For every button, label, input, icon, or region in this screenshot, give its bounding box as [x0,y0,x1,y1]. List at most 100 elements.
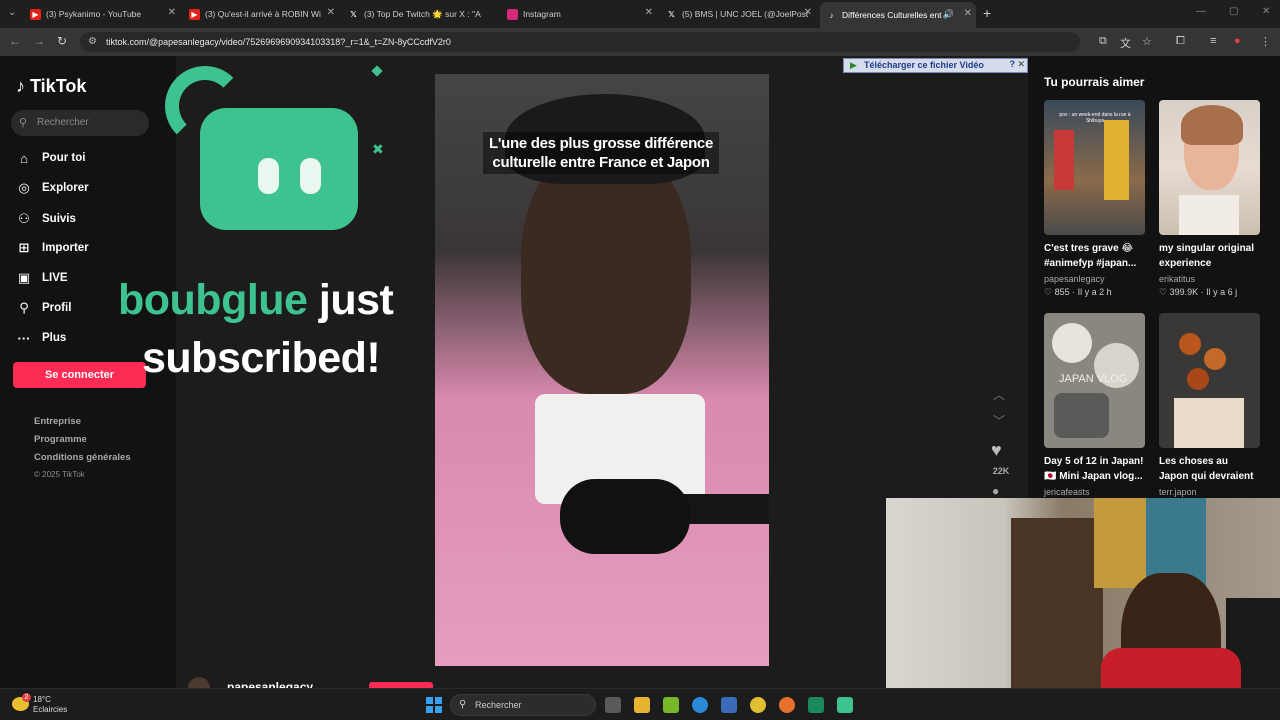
search-input[interactable]: ⚲ Rechercher [11,110,149,136]
footer-link-entreprise[interactable]: Entreprise [34,416,81,427]
nvidia-icon[interactable] [663,697,679,713]
cast-icon[interactable]: ⧉ [1099,35,1107,48]
nav-suivis[interactable]: ⚇ Suivis [16,209,76,229]
extensions-icon[interactable]: ⧠ [1176,35,1185,48]
browser-tab-4[interactable]: Instagram ✕ [507,4,657,24]
notification-badge: 2 [22,693,31,702]
back-icon[interactable]: ← [9,34,21,48]
url-input[interactable]: ⚙ tiktok.com/@papesanlegacy/video/752696… [80,32,1080,52]
like-count: 22K [992,466,1010,476]
forward-icon[interactable]: → [33,34,45,48]
close-icon[interactable]: ✕ [327,7,335,18]
download-video-bar[interactable]: ▶ Télécharger ce fichier Vidéo ? ✕ [843,58,1028,73]
reco-card-2[interactable]: my singular original experience erikatit… [1159,100,1260,298]
thumb-cup [1052,323,1092,363]
browser-tab-1[interactable]: ▶ (3) Psykanimo - YouTube ✕ [30,4,180,24]
nav-profil[interactable]: ⚲ Profil [16,298,71,318]
sub-alert-line1: boubglue just [118,276,394,324]
streamlabs-icon[interactable] [837,697,853,713]
minimize-icon[interactable]: — [1196,6,1206,17]
menu-kebab-icon[interactable]: ⋮ [1260,35,1271,48]
live-icon: ▣ [17,270,31,285]
close-icon[interactable]: ✕ [645,7,653,18]
reco-thumbnail[interactable] [1159,313,1260,448]
close-icon[interactable]: ✕ [1017,59,1025,70]
reco-thumbnail[interactable] [1159,100,1260,235]
heart-outline-icon: ♡ [1044,287,1053,297]
tiktok-icon: ♪ [829,10,834,20]
youtube-icon: ▶ [189,8,200,20]
reading-list-icon[interactable]: ≡ [1210,35,1216,47]
site-info-icon[interactable]: ⚙ [88,36,97,47]
windows-start-icon[interactable] [426,697,442,713]
play-icon: ▶ [850,60,857,70]
nav-plus[interactable]: ··· Plus [16,328,67,348]
chevron-up-icon[interactable]: ︿ [993,386,1005,403]
reco-author[interactable]: terr.japon [1159,487,1260,497]
help-icon[interactable]: ? [1010,59,1016,69]
reload-icon[interactable]: ↻ [57,34,67,48]
search-icon: ⚲ [459,699,467,710]
nav-pour-toi[interactable]: ⌂ Pour toi [16,148,85,168]
compass-icon: ◎ [18,180,30,195]
thumb-hair [1181,105,1243,145]
thumb-food [1054,393,1109,438]
browser-tab-2[interactable]: ▶ (3) Qu'est-il arrivé à ROBIN Wi ✕ [189,4,339,24]
reco-author[interactable]: erikatitus [1159,274,1260,284]
file-explorer-icon[interactable] [634,697,650,713]
reco-author[interactable]: jericafeasts [1044,487,1145,497]
video-microphone [560,479,690,554]
reco-stats: ♡ 399.9K · Il y a 6 j [1159,287,1238,297]
bookmark-star-icon[interactable]: ☆ [1142,35,1152,48]
thumb-dango [1204,348,1226,370]
video-player[interactable]: L'une des plus grosse différence culture… [435,74,769,666]
taskbar-search[interactable]: ⚲ Rechercher [450,694,596,716]
translate-icon[interactable]: 文 [1120,35,1131,51]
thumb-shirt [1179,195,1239,235]
tiktok-logo[interactable]: ♪ TikTok [16,76,86,97]
nav-explorer[interactable]: ◎ Explorer [16,178,88,198]
new-tab-icon[interactable]: + [983,5,991,21]
footer-link-programme[interactable]: Programme [34,434,87,445]
nav-importer[interactable]: ⊞ Importer [16,238,89,258]
login-button[interactable]: Se connecter [13,362,146,388]
x-icon: 𝕏 [668,9,675,19]
nav-live[interactable]: ▣ LIVE [16,268,68,288]
close-icon[interactable]: ✕ [964,8,972,19]
edge-icon[interactable] [692,697,708,713]
speaker-icon[interactable]: 🔊 [943,9,954,20]
tab-search-icon[interactable]: ⌄ [8,7,16,18]
reco-stats: ♡ 855 · Il y a 2 h [1044,287,1112,297]
profile-avatar-icon[interactable]: ● [1234,35,1241,47]
footer-link-conditions[interactable]: Conditions générales [34,452,131,463]
window-close-icon[interactable]: ✕ [1262,6,1270,17]
maximize-icon[interactable]: ▢ [1229,6,1238,17]
browser-tab-3[interactable]: 𝕏 (3) Top De Twitch 🌟 sur X : "A [348,4,498,24]
browser-tab-6-active[interactable]: ♪ Différences Culturelles entr 🔊 ✕ [820,2,976,28]
reco-author[interactable]: papesanlegacy [1044,274,1145,284]
firefox-icon[interactable] [779,697,795,713]
thumb-dango [1179,333,1201,355]
app-icon[interactable] [808,697,824,713]
tiktok-note-icon: ♪ [16,76,25,96]
chrome-icon[interactable] [750,697,766,713]
heart-icon[interactable]: ♥ [991,440,1002,461]
home-icon: ⌂ [20,150,28,166]
browser-tab-5[interactable]: 𝕏 (5) BMS | UNC JOEL (@JoelPost ✕ [666,4,816,24]
reco-card-4[interactable]: Les choses au Japon qui devraient existe… [1159,313,1260,497]
close-icon[interactable]: ✕ [168,7,176,18]
task-view-icon[interactable] [605,697,621,713]
comment-icon[interactable]: ● [992,484,999,498]
following-icon: ⚇ [18,211,30,226]
chevron-down-icon[interactable]: ﹀ [993,412,1005,429]
copyright-text: © 2025 TikTok [34,470,85,479]
reco-title: Les choses au Japon qui devraient existe… [1159,456,1254,482]
thumb-building [1104,120,1129,200]
reco-card-1[interactable]: pov : un week-end dans la rue à Shibuya … [1044,100,1145,298]
close-icon[interactable]: ✕ [804,7,812,18]
reco-thumbnail[interactable]: pov : un week-end dans la rue à Shibuya [1044,100,1145,235]
store-icon[interactable] [721,697,737,713]
reco-card-3[interactable]: JAPAN VLOG Day 5 of 12 in Japan! 🇯🇵 Mini… [1044,313,1145,497]
upload-icon: ⊞ [18,240,30,255]
reco-thumbnail[interactable]: JAPAN VLOG [1044,313,1145,448]
